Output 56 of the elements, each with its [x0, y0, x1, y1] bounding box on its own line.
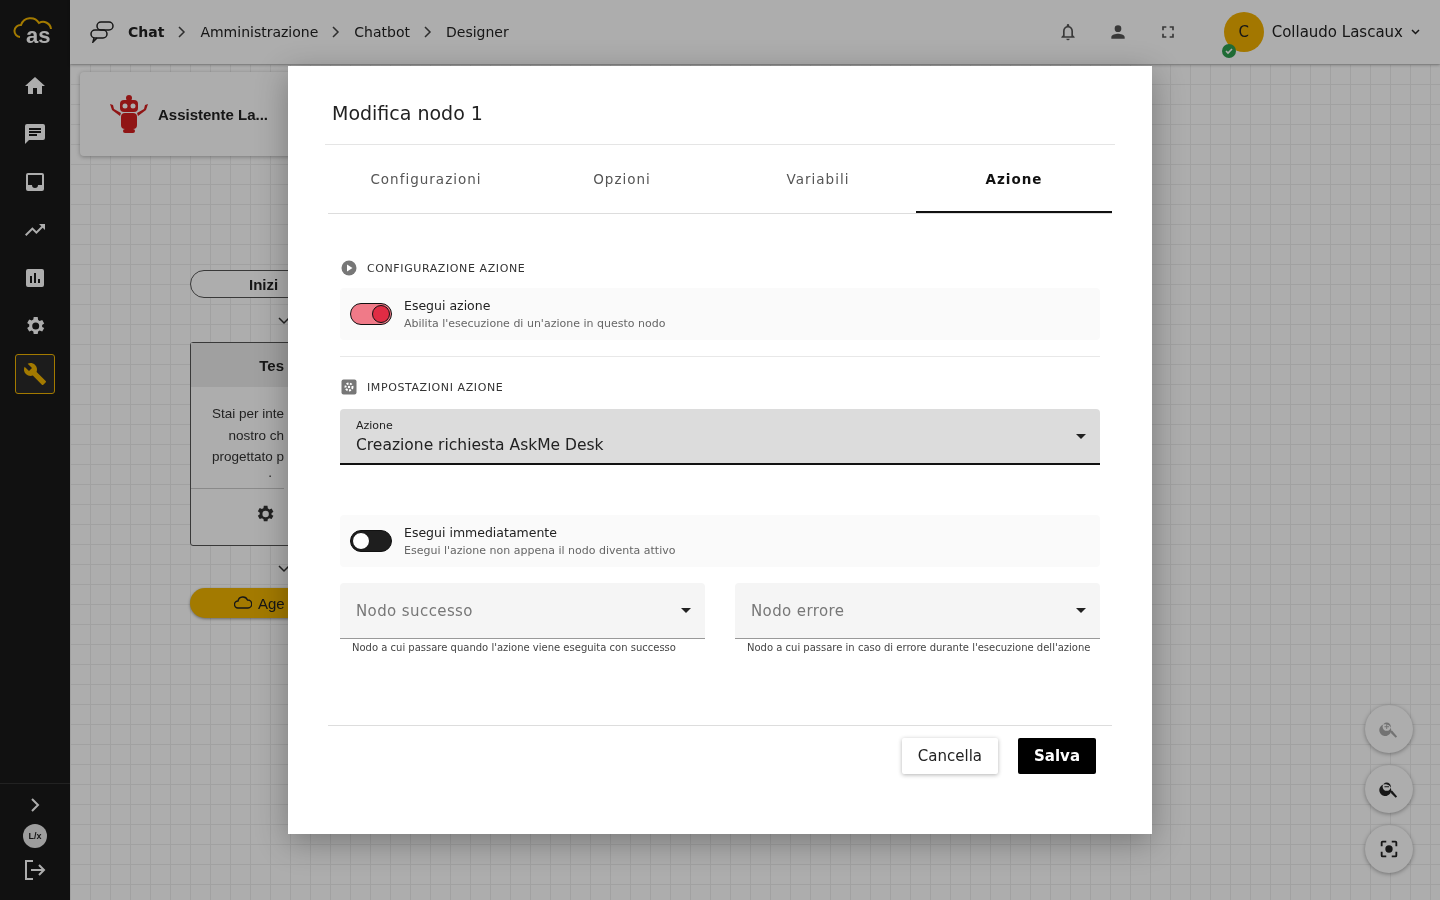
- user-avatar[interactable]: C: [1223, 12, 1264, 52]
- chevron-right-icon: [178, 26, 187, 38]
- robot-icon: [108, 94, 150, 134]
- setting-label: Esegui immediatamente: [404, 525, 558, 540]
- focus-icon: [1378, 838, 1400, 860]
- caret-icon: [681, 608, 691, 613]
- tab[interactable]: Opzioni: [524, 147, 720, 213]
- zoom-button[interactable]: [1365, 825, 1413, 873]
- chat-icon: [23, 122, 47, 146]
- breadcrumb-link[interactable]: Amministrazione: [200, 24, 319, 40]
- node-text: Stai per inte: [211, 405, 284, 423]
- app-badge[interactable]: L/x: [23, 824, 47, 848]
- bar-chart-icon: [23, 266, 47, 290]
- breadcrumb-link[interactable]: Chatbot: [354, 24, 410, 40]
- chat-icon: [90, 21, 114, 43]
- chevron-down-icon[interactable]: [1411, 29, 1420, 35]
- chevron-right-icon: [424, 26, 432, 38]
- inbox-icon: [23, 170, 47, 194]
- tab[interactable]: Variabili: [720, 147, 916, 213]
- save-button[interactable]: Salva: [1018, 738, 1096, 774]
- node-text: nostro ch: [228, 426, 284, 445]
- cancel-button[interactable]: Cancella: [901, 738, 999, 774]
- zoom-button[interactable]: [1365, 765, 1413, 813]
- toggle-switch[interactable]: [350, 303, 392, 325]
- breadcrumb-link[interactable]: Designer: [446, 24, 509, 40]
- chevron-right-icon: [332, 26, 341, 38]
- nav-item[interactable]: [15, 354, 55, 394]
- logo: as: [12, 17, 58, 47]
- setting-description: Abilita l'esecuzione di un'azione in questo nodo: [404, 317, 666, 330]
- caret-icon: [1076, 608, 1086, 613]
- setting-description: Esegui l'azione non appena il nodo diventa attivo: [404, 544, 676, 557]
- toggle-switch[interactable]: [350, 530, 392, 552]
- tab[interactable]: Azione: [916, 147, 1112, 213]
- user-name[interactable]: Collaudo Lascaux: [1271, 23, 1403, 41]
- bot-name: Assistente La...: [158, 105, 269, 123]
- node-text: .: [268, 467, 272, 478]
- field-hint: Nodo a cui passare in caso di errore durante l'esecuzione dell'azione: [746, 641, 1092, 653]
- gear-icon: [341, 379, 357, 395]
- chevron-right-icon[interactable]: [30, 798, 40, 812]
- wrench-icon: [23, 362, 47, 386]
- logout-icon[interactable]: [24, 860, 46, 880]
- node-title: Tes: [259, 356, 284, 374]
- section-title: CONFIGURAZIONE AZIONE: [367, 261, 526, 275]
- breadcrumb-link[interactable]: Chat: [128, 24, 165, 40]
- setting-label: Esegui azione: [404, 298, 492, 313]
- section-title: IMPOSTAZIONI AZIONE: [367, 380, 504, 394]
- node-text: progettato p: [211, 448, 284, 466]
- field-hint: Nodo a cui passare quando l'azione viene eseguita con successo: [351, 641, 677, 653]
- node-select[interactable]: Nodo errore: [735, 583, 1100, 639]
- play-icon: [341, 260, 357, 276]
- cloud-icon: [234, 595, 252, 611]
- action-select[interactable]: Azione Creazione richiesta AskMe Desk: [340, 409, 1100, 465]
- caret-icon: [1076, 433, 1086, 439]
- chevron-down-icon: [278, 316, 290, 326]
- chevron-down-icon: [278, 564, 290, 574]
- node-select[interactable]: Nodo successo: [340, 583, 705, 639]
